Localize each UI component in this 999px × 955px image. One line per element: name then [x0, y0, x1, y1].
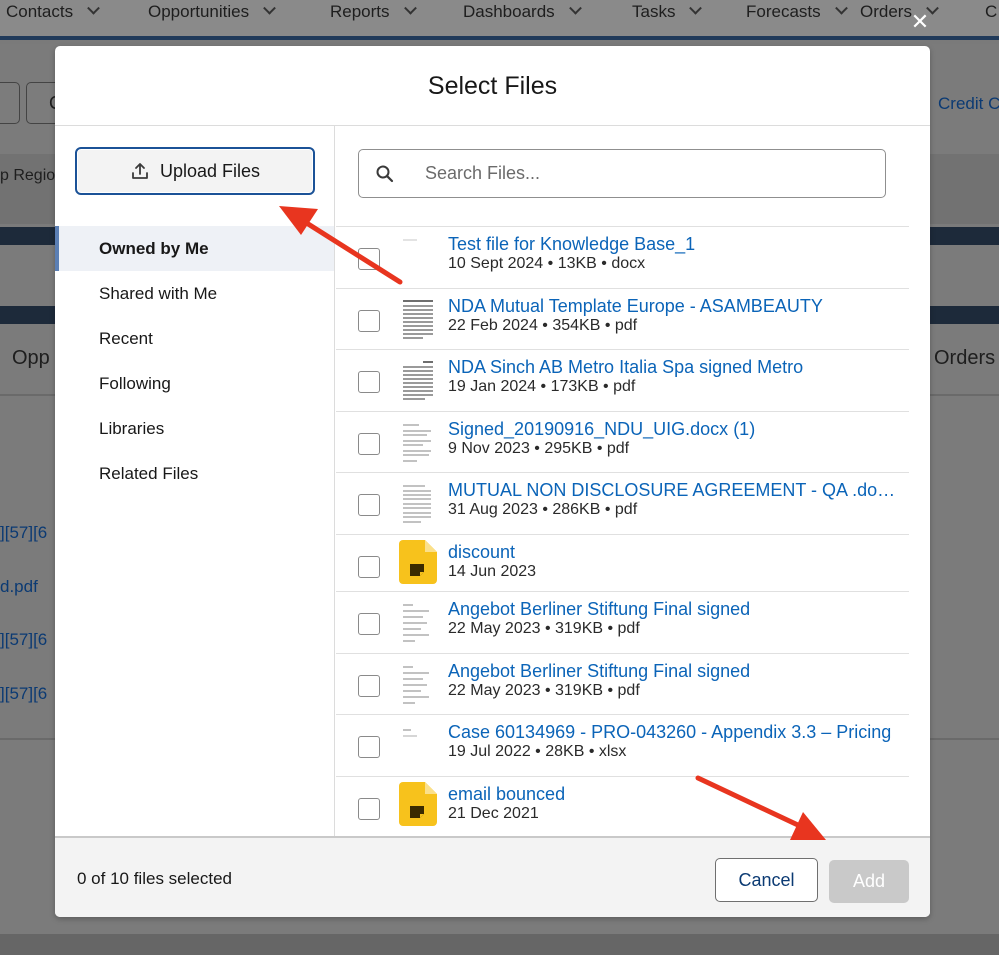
search-files-input[interactable] [425, 163, 865, 184]
file-meta: 22 May 2023 • 319KB • pdf [448, 619, 640, 637]
bg-record-link[interactable]: ][57][6 [0, 523, 47, 543]
bg-nav-item-tasks[interactable]: Tasks [632, 1, 703, 22]
bg-opp-heading: Opp [12, 347, 50, 369]
bg-nav-item-dashboards[interactable]: Dashboards [463, 1, 582, 22]
bg-record-link[interactable]: ][57][6 [0, 684, 47, 704]
file-name-link[interactable]: email bounced [448, 784, 898, 805]
upload-icon [132, 163, 148, 179]
file-meta: 14 Jun 2023 [448, 562, 537, 580]
selected-files-count: 0 of 10 files selected [77, 869, 232, 888]
file-meta: 19 Jan 2024 • 173KB • pdf [448, 378, 636, 396]
file-checkbox[interactable] [358, 371, 380, 394]
bg-record-link[interactable]: ][57][6 [0, 630, 47, 650]
bg-record-link[interactable]: d.pdf [0, 577, 38, 597]
file-name-link[interactable]: discount [448, 542, 898, 563]
bg-nav-item-forecasts[interactable]: Forecasts [746, 1, 848, 22]
file-row[interactable]: discount 14 Jun 2023 [336, 533, 909, 591]
file-name-link[interactable]: Case 60134969 - PRO-043260 - Appendix 3.… [448, 722, 898, 743]
bg-region-label: p Regio [0, 167, 56, 184]
file-checkbox[interactable] [358, 797, 380, 820]
file-meta: 22 Feb 2024 • 354KB • pdf [448, 316, 638, 334]
file-meta: 31 Aug 2023 • 286KB • pdf [448, 501, 638, 519]
note-file-icon [399, 781, 437, 826]
upload-files-button[interactable]: Upload Files [75, 147, 315, 195]
search-icon [376, 165, 394, 182]
modal-footer: 0 of 10 files selected Cancel Add [55, 836, 930, 917]
nav-item-following[interactable]: Following [55, 361, 334, 406]
background-nav-bar: Contacts Opportunities Reports Dashboard… [0, 0, 999, 40]
file-row[interactable]: Angebot Berliner Stiftung Final signed 2… [336, 652, 909, 715]
nav-item-libraries[interactable]: Libraries [55, 406, 334, 451]
bg-nav-item-more[interactable]: C [985, 2, 997, 22]
file-source-sidebar: Upload Files Owned by Me Shared with Me … [55, 126, 335, 836]
file-checkbox[interactable] [358, 674, 380, 697]
bg-nav-item-reports[interactable]: Reports [330, 1, 417, 22]
bg-orders-heading: Orders [934, 347, 996, 369]
search-box[interactable] [358, 149, 886, 198]
file-checkbox[interactable] [358, 555, 380, 578]
bg-nav-item-opportunities[interactable]: Opportunities [148, 1, 276, 22]
file-row[interactable]: NDA Mutual Template Europe - ASAMBEAUTY … [336, 287, 909, 350]
file-row[interactable]: Test file for Knowledge Base_1 10 Sept 2… [336, 226, 909, 288]
bg-nav-item-contacts[interactable]: Contacts [6, 1, 100, 22]
add-button[interactable]: Add [829, 860, 909, 903]
file-name-link[interactable]: NDA Sinch AB Metro Italia Spa signed Met… [448, 357, 898, 378]
bg-footer-strip [0, 934, 999, 955]
file-thumbnail [399, 599, 437, 646]
file-thumbnail [399, 661, 437, 708]
file-meta: 10 Sept 2024 • 13KB • docx [448, 255, 646, 272]
nav-item-shared-with-me[interactable]: Shared with Me [55, 271, 334, 316]
file-row[interactable]: NDA Sinch AB Metro Italia Spa signed Met… [336, 349, 909, 411]
file-meta: 22 May 2023 • 319KB • pdf [448, 681, 640, 699]
upload-files-label: Upload Files [159, 160, 261, 181]
note-file-icon [399, 539, 437, 584]
file-row[interactable]: Case 60134969 - PRO-043260 - Appendix 3.… [336, 714, 909, 776]
nav-item-owned-by-me[interactable]: Owned by Me [55, 226, 334, 271]
bg-button[interactable] [0, 82, 20, 124]
file-meta: 9 Nov 2023 • 295KB • pdf [448, 439, 630, 457]
cancel-button[interactable]: Cancel [715, 858, 818, 902]
file-thumbnail [399, 296, 437, 343]
file-name-link[interactable]: NDA Mutual Template Europe - ASAMBEAUTY [448, 296, 898, 317]
modal-header: Select Files [55, 46, 930, 126]
file-checkbox[interactable] [358, 612, 380, 635]
file-name-link[interactable]: Test file for Knowledge Base_1 [448, 234, 898, 255]
file-name-link[interactable]: Angebot Berliner Stiftung Final signed [448, 661, 898, 682]
file-meta: 19 Jul 2022 • 28KB • xlsx [448, 743, 627, 761]
file-row[interactable]: Angebot Berliner Stiftung Final signed 2… [336, 590, 909, 653]
file-row[interactable]: Signed_20190916_NDU_UIG.docx (1) 9 Nov 2… [336, 410, 909, 473]
file-checkbox[interactable] [358, 494, 380, 517]
file-checkbox[interactable] [358, 736, 380, 759]
file-browser: Test file for Knowledge Base_1 10 Sept 2… [336, 126, 930, 836]
file-thumbnail [399, 235, 437, 281]
file-name-link[interactable]: Signed_20190916_NDU_UIG.docx (1) [448, 419, 898, 440]
file-thumbnail [399, 723, 437, 770]
file-row[interactable]: MUTUAL NON DISCLOSURE AGREEMENT - QA .do… [336, 472, 909, 534]
file-thumbnail [399, 358, 437, 405]
file-list: Test file for Knowledge Base_1 10 Sept 2… [336, 226, 909, 833]
file-source-nav: Owned by Me Shared with Me Recent Follow… [55, 226, 334, 496]
select-files-modal: Select Files Upload Files Owned by Me Sh… [55, 46, 930, 917]
file-checkbox[interactable] [358, 432, 380, 455]
file-thumbnail [399, 419, 437, 466]
file-checkbox[interactable] [358, 248, 380, 270]
modal-close-icon[interactable]: ✕ [908, 10, 932, 34]
file-meta: 21 Dec 2021 [448, 804, 539, 822]
nav-item-recent[interactable]: Recent [55, 316, 334, 361]
file-name-link[interactable]: MUTUAL NON DISCLOSURE AGREEMENT - QA .do… [448, 480, 898, 501]
nav-item-related-files[interactable]: Related Files [55, 451, 334, 496]
file-thumbnail [399, 481, 437, 528]
modal-title: Select Files [427, 72, 558, 100]
bg-credit-link[interactable]: Credit C [938, 94, 999, 114]
file-row[interactable]: email bounced 21 Dec 2021 [336, 775, 909, 833]
file-name-link[interactable]: Angebot Berliner Stiftung Final signed [448, 599, 898, 620]
file-checkbox[interactable] [358, 309, 380, 332]
